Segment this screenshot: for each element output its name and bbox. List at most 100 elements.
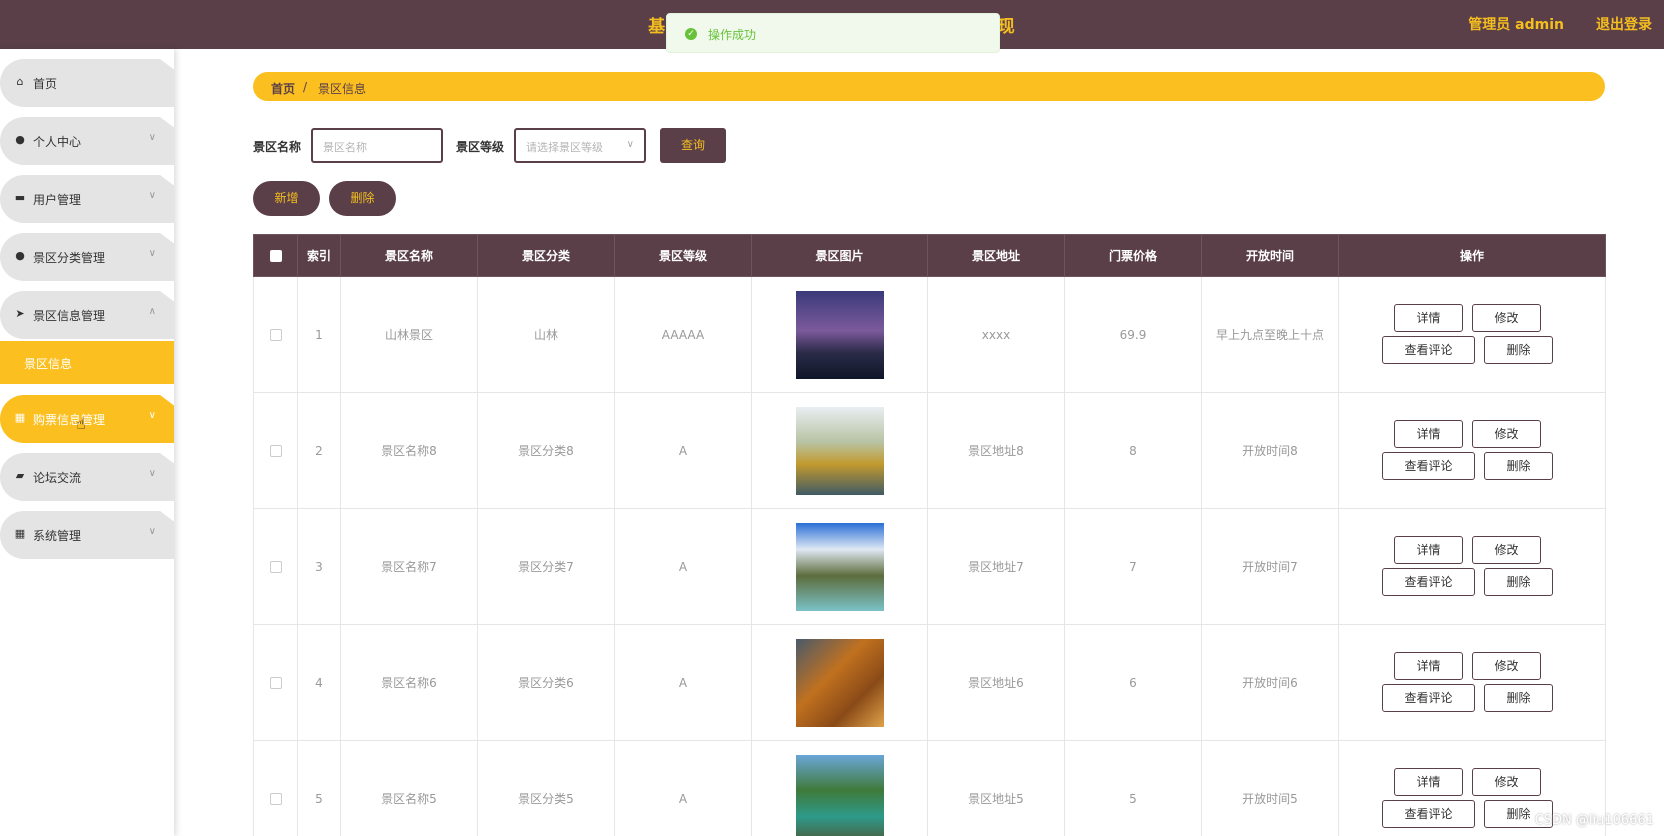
breadcrumb-home[interactable]: 首页: [271, 80, 295, 97]
breadcrumb-separator: /: [303, 80, 308, 94]
breadcrumb: 首页 / 景区信息: [253, 72, 1605, 101]
row-checkbox[interactable]: [269, 677, 282, 689]
view-comments-button[interactable]: 查看评论: [1382, 336, 1475, 364]
chevron-down-icon: ∨: [148, 132, 156, 143]
row-checkbox[interactable]: [269, 445, 282, 457]
row-checkbox[interactable]: [269, 793, 282, 805]
cell-address: 景区地址8: [927, 392, 1065, 509]
delete-button[interactable]: 删除: [1484, 568, 1553, 596]
grid-icon: ▦: [14, 527, 26, 540]
chevron-down-icon: ∨: [148, 468, 156, 479]
edit-button[interactable]: 修改: [1472, 420, 1541, 448]
view-comments-button[interactable]: 查看评论: [1382, 452, 1475, 480]
breadcrumb-current: 景区信息: [318, 82, 367, 96]
level-label: 景区等级: [456, 140, 505, 154]
bulb-icon: ●: [15, 249, 25, 262]
row-select-cell: [253, 392, 298, 509]
detail-button[interactable]: 详情: [1394, 304, 1463, 332]
sidebar-item-home[interactable]: ⌂ 首页: [0, 59, 174, 107]
chevron-down-icon: ∨: [626, 139, 634, 150]
view-comments-button[interactable]: 查看评论: [1382, 684, 1475, 712]
submenu-label: 景区信息: [24, 357, 73, 371]
sidebar-item-label: 系统管理: [33, 529, 82, 543]
current-user: 管理员 admin: [1468, 17, 1564, 33]
delete-button[interactable]: 删除: [1484, 336, 1553, 364]
success-toast: ✓ 操作成功: [666, 13, 1000, 53]
row-checkbox[interactable]: [269, 329, 282, 341]
cell-category: 山林: [477, 276, 615, 393]
select-all-checkbox[interactable]: [269, 250, 282, 262]
sidebar-item-forum[interactable]: ▰ 论坛交流 ∨: [0, 453, 174, 501]
detail-button[interactable]: 详情: [1394, 768, 1463, 796]
cell-actions: 详情 修改查看评论 删除: [1338, 508, 1606, 625]
header-actions: 操作: [1338, 234, 1606, 277]
cell-time: 开放时间7: [1201, 508, 1339, 625]
sidebar-item-system[interactable]: ▦ 系统管理 ∨: [0, 511, 174, 559]
scenic-thumbnail[interactable]: [795, 754, 884, 836]
batch-delete-button[interactable]: 删除: [329, 181, 396, 216]
chevron-up-icon: ∧: [148, 306, 156, 317]
view-comments-button[interactable]: 查看评论: [1382, 568, 1475, 596]
scenic-thumbnail[interactable]: [795, 406, 884, 495]
cell-name: 山林景区: [340, 276, 478, 393]
sidebar-item-users[interactable]: ▬ 用户管理 ∨: [0, 175, 174, 223]
header-image: 景区图片: [751, 234, 928, 277]
table-row: 5 景区名称5 景区分类5 A 景区地址5 5 开放时间5 详情 修改 查看评论 删除: [253, 740, 1606, 836]
header-price: 门票价格: [1064, 234, 1202, 277]
cell-price: 5: [1064, 740, 1202, 836]
table-row: 3 景区名称7 景区分类7 A 景区地址7 7 开放时间7 详情 修改 查看评论 删除: [253, 508, 1606, 625]
row-select-cell: [253, 508, 298, 625]
edit-button[interactable]: 修改: [1472, 304, 1541, 332]
detail-button[interactable]: 详情: [1394, 652, 1463, 680]
cell-price: 6: [1064, 624, 1202, 741]
detail-button[interactable]: 详情: [1394, 420, 1463, 448]
cell-time: 开放时间5: [1201, 740, 1339, 836]
table-row: 4 景区名称6 景区分类6 A 景区地址6 6 开放时间6 详情 修改 查看评论 删除: [253, 624, 1606, 741]
level-select[interactable]: 请选择景区等级 ∨: [514, 128, 646, 163]
sidebar-item-category[interactable]: ● 景区分类管理 ∨: [0, 233, 174, 281]
name-label: 景区名称: [253, 140, 302, 154]
cell-actions: 详情 修改查看评论 删除: [1338, 624, 1606, 741]
cell-index: 3: [297, 508, 341, 625]
detail-button[interactable]: 详情: [1394, 536, 1463, 564]
sidebar-item-label: 用户管理: [33, 193, 82, 207]
delete-button[interactable]: 删除: [1484, 684, 1553, 712]
cell-price: 69.9: [1064, 276, 1202, 393]
scenic-thumbnail[interactable]: [795, 638, 884, 727]
logout-link[interactable]: 退出登录: [1596, 14, 1652, 34]
toast-message: 操作成功: [708, 28, 757, 42]
table-row: 2 景区名称8 景区分类8 A 景区地址8 8 开放时间8 详情 修改 查看评论 删除: [253, 392, 1606, 509]
cell-index: 4: [297, 624, 341, 741]
scenic-table: 索引 景区名称 景区分类 景区等级 景区图片 景区地址 门票价格 开放时间 操作…: [253, 234, 1606, 836]
row-checkbox[interactable]: [269, 561, 282, 573]
header-level: 景区等级: [614, 234, 752, 277]
sidebar-item-personal[interactable]: ● 个人中心 ∨: [0, 117, 174, 165]
scenic-thumbnail[interactable]: [795, 290, 884, 379]
delete-button[interactable]: 删除: [1484, 452, 1553, 480]
sidebar-item-scenic[interactable]: ➤ 景区信息管理 ∧: [0, 291, 174, 339]
cell-actions: 详情 修改查看评论 删除: [1338, 276, 1606, 393]
sidebar-subitem-scenic-info[interactable]: 景区信息: [0, 341, 174, 384]
edit-button[interactable]: 修改: [1472, 536, 1541, 564]
query-button[interactable]: 查询: [660, 128, 726, 163]
view-comments-button[interactable]: 查看评论: [1382, 800, 1475, 828]
header-index: 索引: [297, 234, 341, 277]
cell-name: 景区名称5: [340, 740, 478, 836]
chevron-down-icon: ∨: [148, 526, 156, 537]
sidebar-item-tickets[interactable]: ▦ 购票信息管理 ∨: [0, 395, 174, 443]
ticket-icon: ▰: [15, 469, 25, 482]
cell-level: A: [614, 392, 752, 509]
edit-button[interactable]: 修改: [1472, 652, 1541, 680]
watermark: CSDN @liu106661: [1534, 813, 1654, 828]
cell-image: [751, 624, 928, 741]
cell-price: 7: [1064, 508, 1202, 625]
scenic-thumbnail[interactable]: [795, 522, 884, 611]
add-button[interactable]: 新增: [253, 181, 320, 216]
edit-button[interactable]: 修改: [1472, 768, 1541, 796]
cell-actions: 详情 修改查看评论 删除: [1338, 392, 1606, 509]
name-search-input[interactable]: 景区名称: [311, 128, 443, 163]
row-select-cell: [253, 740, 298, 836]
grid-icon: ▦: [14, 411, 26, 424]
row-select-cell: [253, 624, 298, 741]
chevron-down-icon: ∨: [148, 248, 156, 259]
